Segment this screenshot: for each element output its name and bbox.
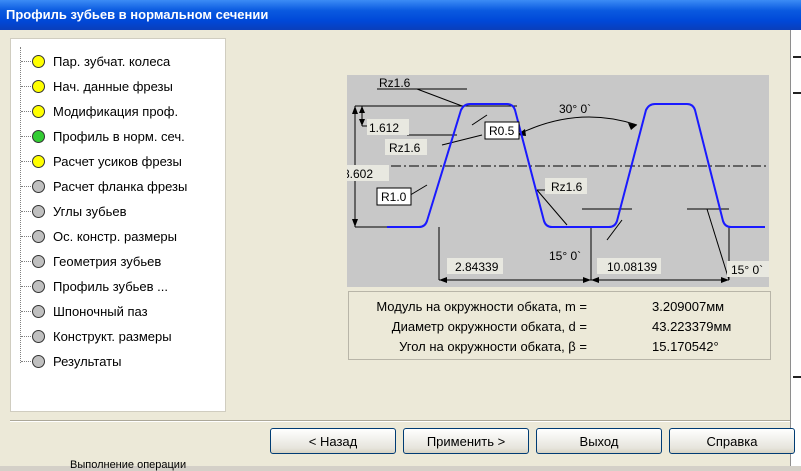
step-item-cutter-initial-data[interactable]: Нач. данные фрезы [11, 77, 223, 97]
button-separator [10, 420, 790, 422]
step-item-gear-params[interactable]: Пар. зубчат. колеса [11, 52, 223, 72]
step-label: Пар. зубчат. колеса [53, 54, 171, 69]
window-title: Профиль зубьев в нормальном сечении [0, 0, 801, 30]
info-label: Модуль на окружности обката, m = [376, 299, 587, 314]
step-item-main-dimensions[interactable]: Ос. констр. размеры [11, 227, 223, 247]
step-label: Ос. констр. размеры [53, 229, 178, 244]
step-item-tooth-angles[interactable]: Углы зубьев [11, 202, 223, 222]
label-height-total: 8.602 [347, 167, 373, 181]
status-dot-icon [32, 330, 45, 343]
info-row-module: Модуль на окружности обката, m = 3.20900… [349, 297, 770, 317]
tooth-profile-drawing: Rz1.6 1.612 Rz1.6 R0.5 30° 0` 8.602 Rz1.… [347, 76, 769, 283]
status-dot-icon [32, 280, 45, 293]
exit-button[interactable]: Выход [536, 428, 662, 454]
info-row-diameter: Диаметр окружности обката, d = 43.223379… [349, 317, 770, 337]
step-label: Расчет фланка фрезы [53, 179, 188, 194]
info-value: 15.170542° [652, 339, 719, 354]
angle-mid-leader [606, 219, 623, 241]
info-label: Диаметр окружности обката, d = [391, 319, 587, 334]
angle-30-arrows [517, 123, 637, 136]
info-label: Угол на окружности обката, β = [399, 339, 587, 354]
status-dot-icon [32, 155, 45, 168]
step-item-results[interactable]: Результаты [11, 352, 223, 372]
background-glyph [793, 92, 801, 94]
step-tree: Пар. зубчат. колеса Нач. данные фрезы Мо… [10, 38, 226, 412]
label-angle-top: 30° 0` [559, 102, 591, 116]
back-button[interactable]: < Назад [270, 428, 396, 454]
angle-right-leader [706, 208, 730, 281]
label-radius-root: R1.0 [381, 190, 407, 204]
step-label: Геометрия зубьев [53, 254, 162, 269]
step-label: Расчет усиков фрезы [53, 154, 182, 169]
label-angle-mid: 15° 0` [549, 249, 581, 263]
background-glyph [793, 56, 801, 58]
step-item-cutter-tips-calc[interactable]: Расчет усиков фрезы [11, 152, 223, 172]
label-rz-flank: Rz1.6 [389, 141, 421, 155]
step-label: Конструкт. размеры [53, 329, 172, 344]
label-dim-left: 2.84339 [455, 260, 499, 274]
label-rz-root: Rz1.6 [551, 180, 583, 194]
step-label: Углы зубьев [53, 204, 127, 219]
apply-button[interactable]: Применить > [403, 428, 529, 454]
label-radius-top: R0.5 [489, 124, 515, 138]
background-window-text: Выполнение операции [70, 459, 187, 471]
status-dot-icon [32, 255, 45, 268]
step-item-tooth-profile[interactable]: Профиль зубьев ... [11, 277, 223, 297]
angle-30-arc [516, 116, 638, 136]
step-label: Профиль зубьев ... [53, 279, 168, 294]
step-item-keyway[interactable]: Шпоночный паз [11, 302, 223, 322]
status-dot-icon [32, 105, 45, 118]
label-angle-right: 15° 0` [731, 263, 763, 277]
step-item-normal-section-profile[interactable]: Профиль в норм. сеч. [11, 127, 223, 147]
label-height-small: 1.612 [369, 121, 399, 135]
help-button[interactable]: Справка [669, 428, 795, 454]
rz-top-leader-tip [416, 88, 463, 107]
step-label: Шпоночный паз [53, 304, 148, 319]
info-row-angle: Угол на окружности обката, β = 15.170542… [349, 337, 770, 357]
step-item-design-dimensions[interactable]: Конструкт. размеры [11, 327, 223, 347]
step-label: Профиль в норм. сеч. [53, 129, 185, 144]
status-dot-icon [32, 205, 45, 218]
step-label: Нач. данные фрезы [53, 79, 173, 94]
status-dot-icon [32, 305, 45, 318]
rz-flank-leader [441, 134, 483, 146]
status-dot-icon [32, 130, 45, 143]
step-label: Результаты [53, 354, 122, 369]
dialog-window: Профиль зубьев в нормальном сечении Пар.… [0, 0, 801, 471]
label-rz-top: Rz1.6 [379, 76, 411, 90]
status-dot-icon [32, 230, 45, 243]
info-value: 3.209007мм [652, 299, 725, 314]
status-dot-icon [32, 180, 45, 193]
background-glyph [793, 376, 801, 378]
tooth-profile-diagram: Rz1.6 1.612 Rz1.6 R0.5 30° 0` 8.602 Rz1.… [347, 75, 769, 287]
status-dot-icon [32, 80, 45, 93]
step-item-cutter-flank-calc[interactable]: Расчет фланка фрезы [11, 177, 223, 197]
calculation-results-panel: Модуль на окружности обката, m = 3.20900… [348, 291, 771, 360]
status-dot-icon [32, 55, 45, 68]
info-value: 43.223379мм [652, 319, 732, 334]
label-dim-right: 10.08139 [607, 260, 657, 274]
background-window-edge [790, 30, 801, 466]
step-item-tooth-geometry[interactable]: Геометрия зубьев [11, 252, 223, 272]
status-dot-icon [32, 355, 45, 368]
step-item-profile-modification[interactable]: Модификация проф. [11, 102, 223, 122]
step-label: Модификация проф. [53, 104, 179, 119]
